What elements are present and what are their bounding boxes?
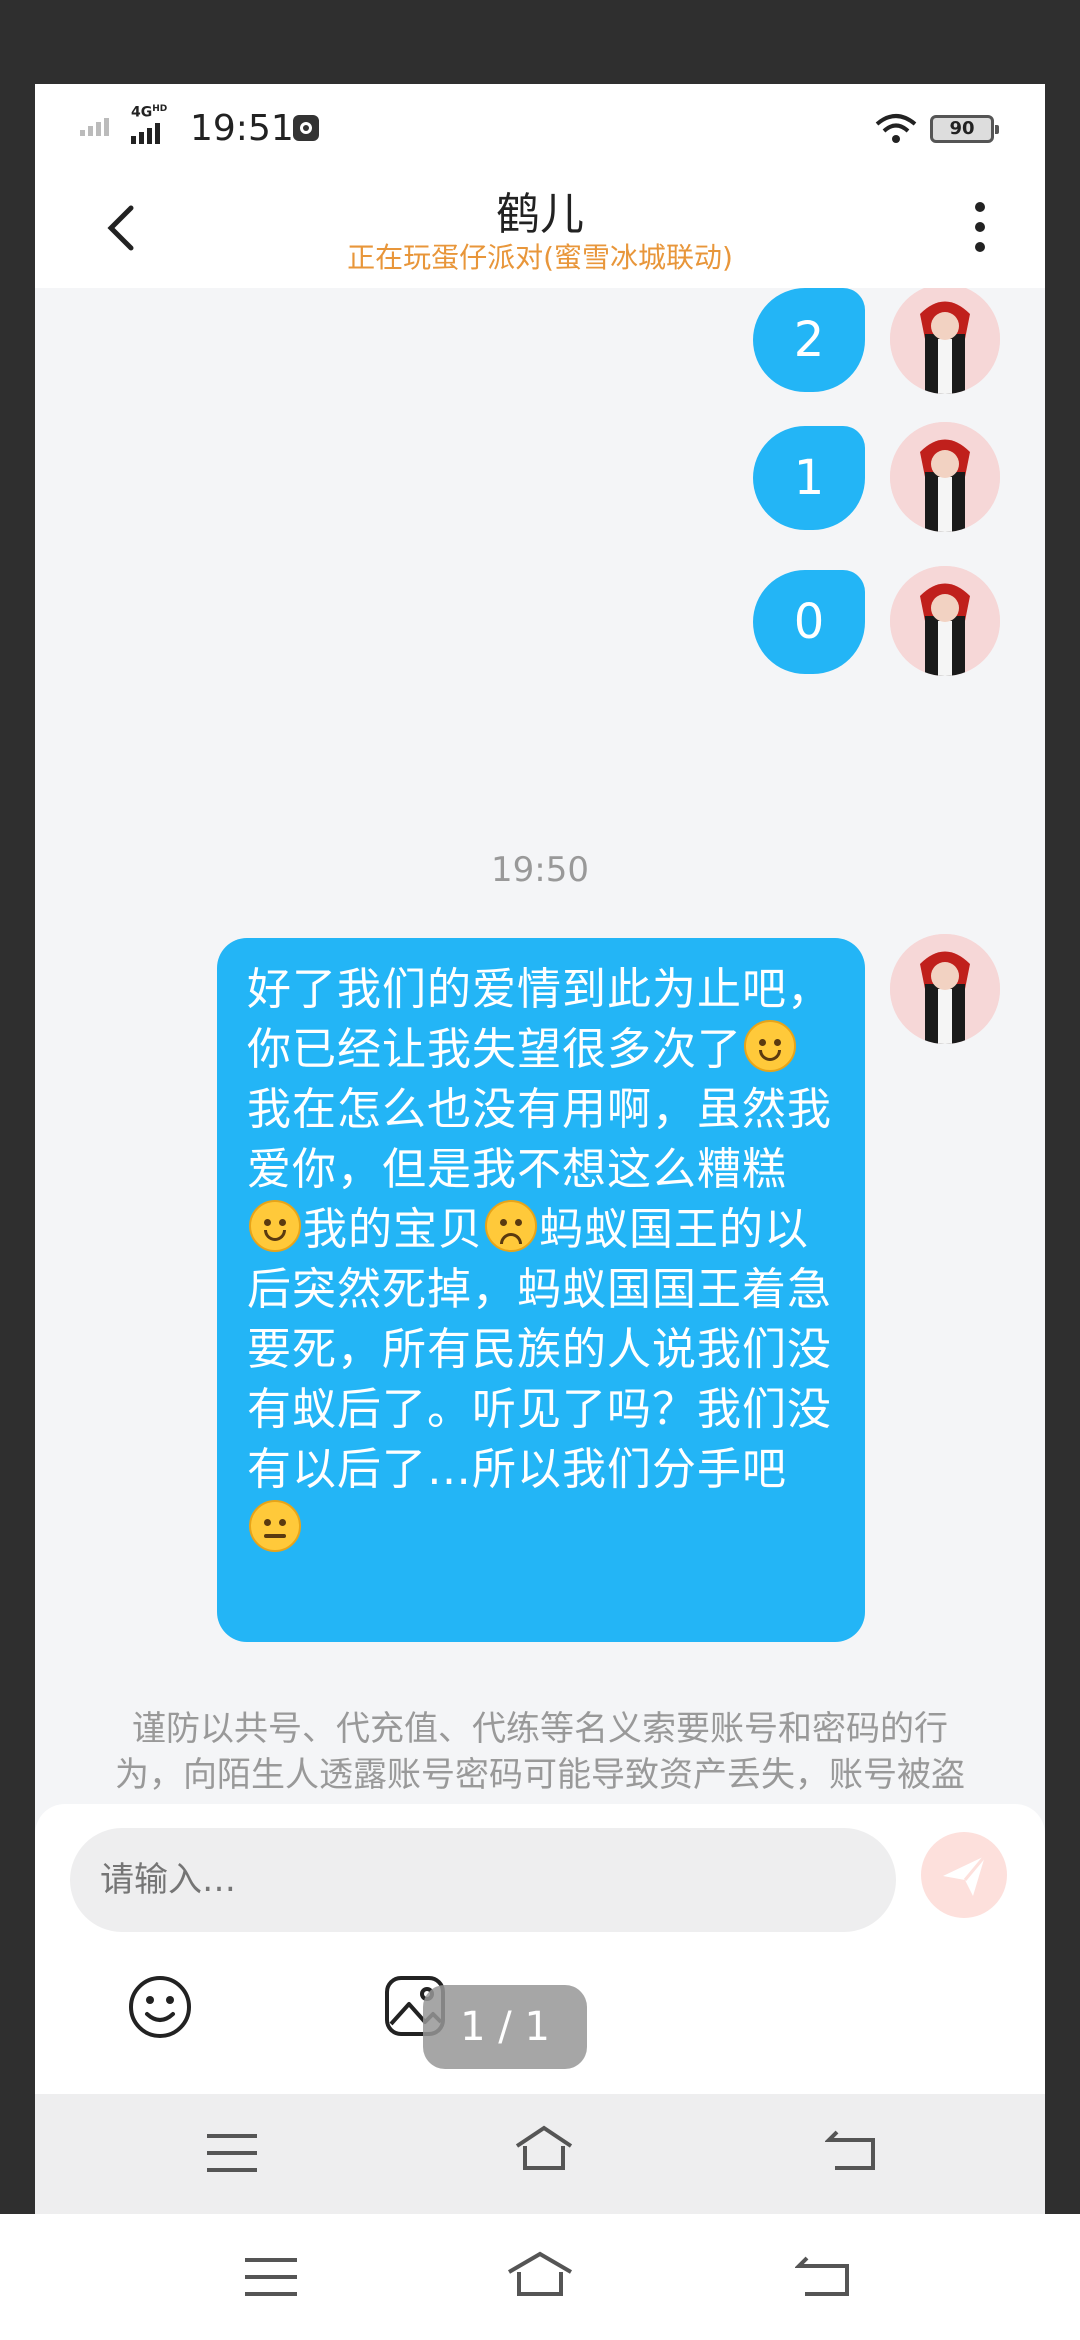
- message-timestamp: 19:50: [491, 850, 589, 890]
- signal-weak-icon: [80, 118, 109, 136]
- more-options-icon[interactable]: [970, 202, 990, 262]
- menu-icon[interactable]: [245, 2256, 299, 2298]
- avatar[interactable]: [890, 422, 1000, 532]
- avatar[interactable]: [890, 934, 1000, 1044]
- message-text: 好了我们的爱情到此为止吧，你已经让我失望很多次了: [247, 964, 832, 1075]
- send-button[interactable]: [921, 1832, 1007, 1918]
- network-type: 4GHD: [131, 104, 168, 121]
- sad-emoji-icon: [485, 1200, 537, 1252]
- phone-screen: 4GHD 19:51 90 鹤儿 正在玩蛋仔派对(蜜雪冰城联动) 2 1 0 1…: [35, 84, 1045, 2214]
- wifi-icon: [875, 114, 917, 143]
- chat-header: 鹤儿 正在玩蛋仔派对(蜜雪冰城联动): [35, 166, 1045, 288]
- contact-name: 鹤儿: [496, 189, 584, 240]
- send-icon: [943, 1855, 987, 1896]
- signal-strong-icon: [131, 123, 160, 144]
- status-time: 19:51: [190, 108, 294, 149]
- system-nav-bar: [0, 2214, 1080, 2340]
- back-nav-icon[interactable]: [825, 2126, 879, 2174]
- status-bar: 4GHD 19:51 90: [35, 84, 1045, 166]
- emoji-picker-icon[interactable]: [127, 1974, 193, 2040]
- avatar[interactable]: [890, 566, 1000, 676]
- home-icon[interactable]: [513, 2124, 575, 2174]
- contact-status: 正在玩蛋仔派对(蜜雪冰城联动): [347, 241, 733, 274]
- message-text: 我的宝贝: [303, 1204, 483, 1255]
- avatar[interactable]: [890, 288, 1000, 394]
- page-indicator: 1 / 1: [423, 1985, 587, 2069]
- home-icon[interactable]: [505, 2250, 575, 2300]
- message-bubble-long[interactable]: 好了我们的爱情到此为止吧，你已经让我失望很多次了 我在怎么也没有用啊，虽然我爱你，…: [217, 938, 865, 1642]
- message-text: 我在怎么也没有用啊，虽然我爱你，但是我不想这么糟糕: [247, 1084, 832, 1195]
- message-bubble[interactable]: 2: [753, 288, 865, 392]
- security-warning: 谨防以共号、代充值、代练等名义索要账号和密码的行为，向陌生人透露账号密码可能导致…: [115, 1709, 965, 1795]
- back-nav-icon[interactable]: [795, 2252, 853, 2300]
- message-input[interactable]: [70, 1828, 896, 1932]
- menu-icon[interactable]: [207, 2132, 259, 2174]
- screen-record-icon: [293, 115, 319, 141]
- battery-indicator: 90: [930, 115, 999, 143]
- message-bubble[interactable]: 1: [753, 426, 865, 530]
- neutral-emoji-icon: [249, 1500, 301, 1552]
- chat-messages: 2 1 0 19:50 好了我们的爱情到此为止吧，你已经让我失望很多次了 我在怎么…: [35, 288, 1045, 1884]
- message-bubble[interactable]: 0: [753, 570, 865, 674]
- app-nav-bar: [35, 2094, 1045, 2214]
- smile-emoji-icon: [744, 1020, 796, 1072]
- smile-emoji-icon: [249, 1200, 301, 1252]
